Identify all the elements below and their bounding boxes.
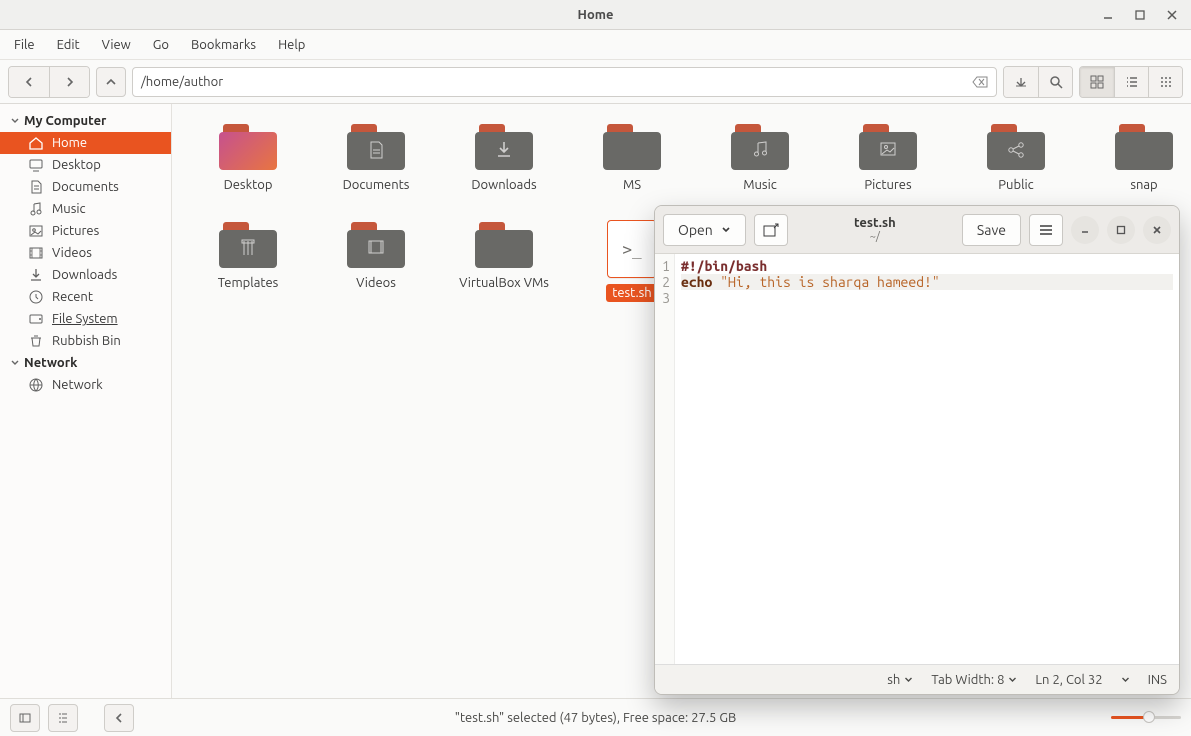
folder-icon xyxy=(987,122,1045,170)
gedit-language-selector[interactable]: sh xyxy=(887,673,913,687)
menu-go[interactable]: Go xyxy=(143,34,179,56)
fm-toolbar: /home/author xyxy=(0,60,1191,104)
menu-edit[interactable]: Edit xyxy=(47,34,90,56)
file-item-ms[interactable]: MS xyxy=(570,122,694,194)
fm-maximize-button[interactable] xyxy=(1127,4,1153,26)
view-compact-button[interactable] xyxy=(1148,67,1182,97)
chevron-down-icon xyxy=(904,675,913,684)
folder-icon xyxy=(475,122,533,170)
folder-icon xyxy=(475,220,533,268)
file-item-pictures[interactable]: Pictures xyxy=(826,122,950,194)
folder-icon xyxy=(859,122,917,170)
path-input[interactable]: /home/author xyxy=(132,67,997,97)
status-text: "test.sh" selected (47 bytes), Free spac… xyxy=(455,711,737,725)
gedit-title: test.sh ~/ xyxy=(796,216,954,242)
gedit-save-button[interactable]: Save xyxy=(962,214,1021,246)
gedit-window: Open test.sh ~/ Save 1 2 3 #!/bin/bash e… xyxy=(654,205,1180,695)
gedit-hamburger-button[interactable] xyxy=(1029,214,1063,246)
gedit-cursor-position: Ln 2, Col 32 xyxy=(1035,673,1102,687)
fm-sidebar: My Computer Home Desktop Documents Music… xyxy=(0,104,172,698)
file-item-documents[interactable]: Documents xyxy=(314,122,438,194)
gedit-statusbar: sh Tab Width: 8 Ln 2, Col 32 INS xyxy=(655,664,1179,694)
toggle-path-button[interactable] xyxy=(1004,67,1038,97)
back-button[interactable] xyxy=(9,67,49,97)
shell-script-icon: >_ xyxy=(607,220,657,278)
path-clear-icon[interactable] xyxy=(972,76,988,88)
sidebar-section-network[interactable]: Network xyxy=(0,352,171,374)
view-icons-button[interactable] xyxy=(1080,67,1114,97)
zoom-slider[interactable] xyxy=(1111,716,1181,719)
file-item-downloads[interactable]: Downloads xyxy=(442,122,566,194)
gedit-close-button[interactable] xyxy=(1143,216,1171,244)
file-item-desktop[interactable]: Desktop xyxy=(186,122,310,194)
menu-help[interactable]: Help xyxy=(268,34,315,56)
folder-icon xyxy=(347,220,405,268)
menu-file[interactable]: File xyxy=(4,34,45,56)
file-item-videos[interactable]: Videos xyxy=(314,220,438,302)
fm-menubar: File Edit View Go Bookmarks Help xyxy=(0,30,1191,60)
sidebar-item-pictures[interactable]: Pictures xyxy=(0,220,171,242)
folder-icon xyxy=(219,122,277,170)
sidebar-item-downloads[interactable]: Downloads xyxy=(0,264,171,286)
sidebar-item-filesystem[interactable]: File System xyxy=(0,308,171,330)
gedit-editor[interactable]: 1 2 3 #!/bin/bash echo "Hi, this is shar… xyxy=(655,254,1179,664)
path-text: /home/author xyxy=(141,75,223,89)
file-item-music[interactable]: Music xyxy=(698,122,822,194)
folder-icon xyxy=(1115,122,1173,170)
file-item-virtualbox-vms[interactable]: VirtualBox VMs xyxy=(442,220,566,302)
menu-bookmarks[interactable]: Bookmarks xyxy=(181,34,266,56)
forward-button[interactable] xyxy=(49,67,89,97)
view-list-button[interactable] xyxy=(1114,67,1148,97)
sidebar-item-desktop[interactable]: Desktop xyxy=(0,154,171,176)
sidebar-item-documents[interactable]: Documents xyxy=(0,176,171,198)
menu-view[interactable]: View xyxy=(92,34,141,56)
sidebar-item-network[interactable]: Network xyxy=(0,374,171,396)
gedit-insert-mode[interactable]: INS xyxy=(1148,673,1167,687)
fm-titlebar: Home xyxy=(0,0,1191,30)
parent-dir-button[interactable] xyxy=(96,67,126,97)
folder-icon xyxy=(603,122,661,170)
gedit-open-button[interactable]: Open xyxy=(663,214,746,246)
sidebar-item-rubbish-bin[interactable]: Rubbish Bin xyxy=(0,330,171,352)
file-item-templates[interactable]: Templates xyxy=(186,220,310,302)
gedit-lineendings-selector[interactable] xyxy=(1121,675,1130,684)
sidebar-item-recent[interactable]: Recent xyxy=(0,286,171,308)
gedit-maximize-button[interactable] xyxy=(1107,216,1135,244)
show-treeview-button[interactable] xyxy=(48,704,78,732)
gedit-code[interactable]: #!/bin/bash echo "Hi, this is sharqa ham… xyxy=(675,254,1179,664)
fm-statusbar: "test.sh" selected (47 bytes), Free spac… xyxy=(0,698,1191,736)
chevron-down-icon xyxy=(1121,675,1130,684)
folder-icon xyxy=(347,122,405,170)
close-sidebar-button[interactable] xyxy=(104,704,134,732)
folder-icon xyxy=(219,220,277,268)
fm-minimize-button[interactable] xyxy=(1095,4,1121,26)
sidebar-item-music[interactable]: Music xyxy=(0,198,171,220)
fm-close-button[interactable] xyxy=(1159,4,1185,26)
fm-title: Home xyxy=(578,8,614,22)
sidebar-item-home[interactable]: Home xyxy=(0,132,171,154)
chevron-down-icon xyxy=(1008,675,1017,684)
chevron-down-icon xyxy=(721,225,731,235)
sidebar-section-my-computer[interactable]: My Computer xyxy=(0,110,171,132)
sidebar-item-videos[interactable]: Videos xyxy=(0,242,171,264)
file-item-public[interactable]: Public xyxy=(954,122,1078,194)
gedit-minimize-button[interactable] xyxy=(1071,216,1099,244)
gedit-tabwidth-selector[interactable]: Tab Width: 8 xyxy=(931,673,1017,687)
gedit-new-tab-button[interactable] xyxy=(754,214,788,246)
show-places-button[interactable] xyxy=(10,704,40,732)
gedit-gutter: 1 2 3 xyxy=(655,254,675,664)
gedit-headerbar: Open test.sh ~/ Save xyxy=(655,206,1179,254)
file-item-snap[interactable]: snap xyxy=(1082,122,1191,194)
folder-icon xyxy=(731,122,789,170)
search-button[interactable] xyxy=(1038,67,1072,97)
